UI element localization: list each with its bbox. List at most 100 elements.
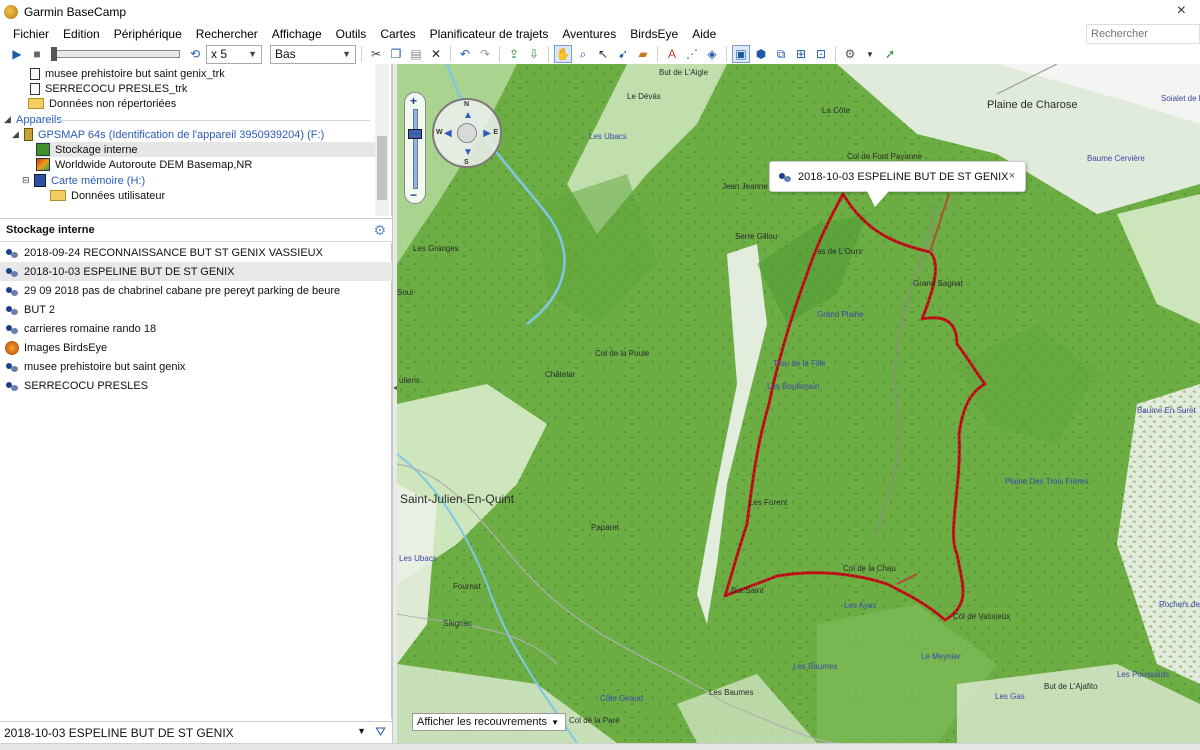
playback-slider-thumb[interactable] (51, 47, 57, 61)
menu-edition[interactable]: Edition (56, 24, 107, 44)
area-icon[interactable]: ◈ (703, 45, 721, 63)
tree-item[interactable]: musee prehistoire but saint genix_trk (30, 66, 225, 81)
chevron-down-icon[interactable]: ▼ (357, 726, 366, 736)
tree-item-memory-card[interactable]: ⊟ Carte mémoire (H:) (22, 173, 145, 188)
stop-icon[interactable]: ■ (28, 45, 46, 63)
menu-affichage[interactable]: Affichage (265, 24, 329, 44)
copy-icon[interactable]: ❐ (387, 45, 405, 63)
map-view[interactable]: But de L'Aigle Le Dévás La Côte Plaine d… (397, 64, 1200, 743)
menu-birdseye[interactable]: BirdsEye (623, 24, 685, 44)
compass-east[interactable]: E (493, 129, 498, 136)
collapse-icon[interactable]: ⊟ (22, 175, 30, 186)
menu-cartes[interactable]: Cartes (373, 24, 422, 44)
collapse-icon[interactable]: ◢ (4, 114, 12, 125)
zoom-control[interactable]: + − (404, 92, 426, 204)
grid-icon[interactable]: ⊡ (812, 45, 830, 63)
tree-scrollbar[interactable] (375, 64, 389, 216)
overlay-select-label: Afficher les recouvrements (417, 716, 548, 728)
pan-compass[interactable]: N S E W ▲ ▼ ◀ ▶ (432, 98, 502, 168)
measure-icon[interactable]: ▰ (634, 45, 652, 63)
menu-rechercher[interactable]: Rechercher (189, 24, 265, 44)
loop-icon[interactable]: ⟲ (186, 45, 204, 63)
fit-icon[interactable]: ⊞ (792, 45, 810, 63)
menu-aventures[interactable]: Aventures (555, 24, 623, 44)
scrollbar-thumb[interactable] (377, 136, 387, 200)
send-icon[interactable]: ➚ (881, 45, 899, 63)
list-item[interactable]: 2018-10-03 ESPELINE BUT DE ST GENIX (0, 262, 392, 281)
delete-icon[interactable]: ✕ (427, 45, 445, 63)
toolbar-divider (361, 46, 362, 62)
track-icon[interactable]: ⋰ (683, 45, 701, 63)
map-label: Col de la Pare (569, 716, 620, 725)
list-item[interactable]: 29 09 2018 pas de chabrinel cabane pre p… (0, 281, 392, 300)
list-item[interactable]: SERRECOCU PRESLES (0, 376, 392, 395)
view-3d-icon[interactable]: ⬢ (752, 45, 770, 63)
menu-planificateur[interactable]: Planificateur de trajets (423, 24, 556, 44)
compass-center[interactable] (457, 123, 477, 143)
tools-icon[interactable]: ⚙ (841, 45, 859, 63)
zoom-out-icon[interactable]: − (410, 188, 417, 202)
selected-item-select[interactable]: 2018-10-03 ESPELINE BUT DE ST GENIX ▼ ⛛ (0, 721, 392, 743)
pan-down-icon[interactable]: ▼ (463, 147, 473, 158)
elevation-select[interactable]: Bas ▼ (270, 44, 356, 64)
pan-left-icon[interactable]: ◀ (444, 128, 452, 139)
map-label: Les Baumes (709, 688, 754, 697)
map-label: Col de Vassieux (953, 612, 1011, 621)
hand-icon[interactable]: ✋ (554, 45, 572, 63)
compass-north[interactable]: N (464, 101, 469, 108)
waypoint-icon[interactable]: A (663, 45, 681, 63)
close-icon[interactable]: × (1009, 170, 1015, 182)
redo-icon[interactable]: ↷ (476, 45, 494, 63)
pan-right-icon[interactable]: ▶ (483, 128, 491, 139)
layers-icon[interactable]: ⧉ (772, 45, 790, 63)
list-item[interactable]: carrieres romaine rando 18 (0, 319, 392, 338)
menu-peripherique[interactable]: Périphérique (107, 24, 189, 44)
tree-item-device[interactable]: ◢ GPSMAP 64s (Identification de l'appare… (12, 127, 324, 142)
zoom-slider[interactable] (413, 109, 418, 189)
paste-icon[interactable]: ▤ (407, 45, 425, 63)
collapse-icon[interactable]: ◢ (12, 129, 20, 140)
compass-south[interactable]: S (464, 159, 469, 166)
tree-item[interactable]: Données non répertoriées (28, 96, 176, 111)
view-2d-icon[interactable]: ▣ (732, 45, 750, 63)
menu-outils[interactable]: Outils (329, 24, 374, 44)
cut-icon[interactable]: ✂ (367, 45, 385, 63)
play-icon[interactable]: ▶ (8, 45, 26, 63)
filter-icon[interactable]: ⛛ (375, 724, 386, 740)
upload-icon[interactable]: ⇪ (505, 45, 523, 63)
zoom-slider-knob[interactable] (408, 129, 422, 139)
gear-icon[interactable]: ⚙ (373, 222, 386, 239)
tree-item-internal-storage[interactable]: Stockage interne (36, 142, 376, 157)
tree-item-user-data[interactable]: Données utilisateur (50, 188, 165, 203)
tree-item[interactable]: SERRECOCU PRESLES_trk (30, 81, 187, 96)
map-label: as de L'Ours (817, 247, 863, 256)
track-icon (5, 304, 19, 316)
toolbar-divider (499, 46, 500, 62)
tree-item-basemap[interactable]: Worldwide Autoroute DEM Basemap,NR (36, 157, 252, 172)
pan-up-icon[interactable]: ▲ (463, 110, 473, 121)
compass-west[interactable]: W (436, 129, 443, 136)
list-item[interactable]: BUT 2 (0, 300, 392, 319)
overlay-select[interactable]: Afficher les recouvrements ▼ (412, 713, 566, 731)
route-icon[interactable]: ➹ (614, 45, 632, 63)
zoom-icon[interactable]: ⌕ (574, 45, 592, 63)
playback-slider[interactable] (51, 47, 180, 61)
speed-select[interactable]: x 5 ▼ (206, 44, 262, 64)
map-label: Les Baumes (793, 662, 838, 671)
zoom-in-icon[interactable]: + (410, 94, 417, 108)
undo-icon[interactable]: ↶ (456, 45, 474, 63)
menu-aide[interactable]: Aide (685, 24, 723, 44)
track-popup[interactable]: 2018-10-03 ESPELINE BUT DE ST GENIX × (769, 161, 1026, 192)
devices-section-header[interactable]: ◢ Appareils (4, 112, 62, 127)
select-icon[interactable]: ↖ (594, 45, 612, 63)
menu-fichier[interactable]: Fichier (6, 24, 56, 44)
download-icon[interactable]: ⇩ (525, 45, 543, 63)
window-close-button[interactable]: × (1177, 2, 1186, 20)
list-item[interactable]: musee prehistoire but saint genix (0, 357, 392, 376)
chevron-down-icon[interactable]: ▼ (861, 45, 879, 63)
search-input[interactable] (1086, 24, 1200, 44)
list-item[interactable]: 2018-09-24 RECONNAISSANCE BUT ST GENIX V… (0, 243, 392, 262)
list-item[interactable]: Images BirdsEye (0, 338, 392, 357)
library-tree: musee prehistoire but saint genix_trk SE… (0, 64, 392, 216)
gps-device-icon (24, 128, 33, 141)
